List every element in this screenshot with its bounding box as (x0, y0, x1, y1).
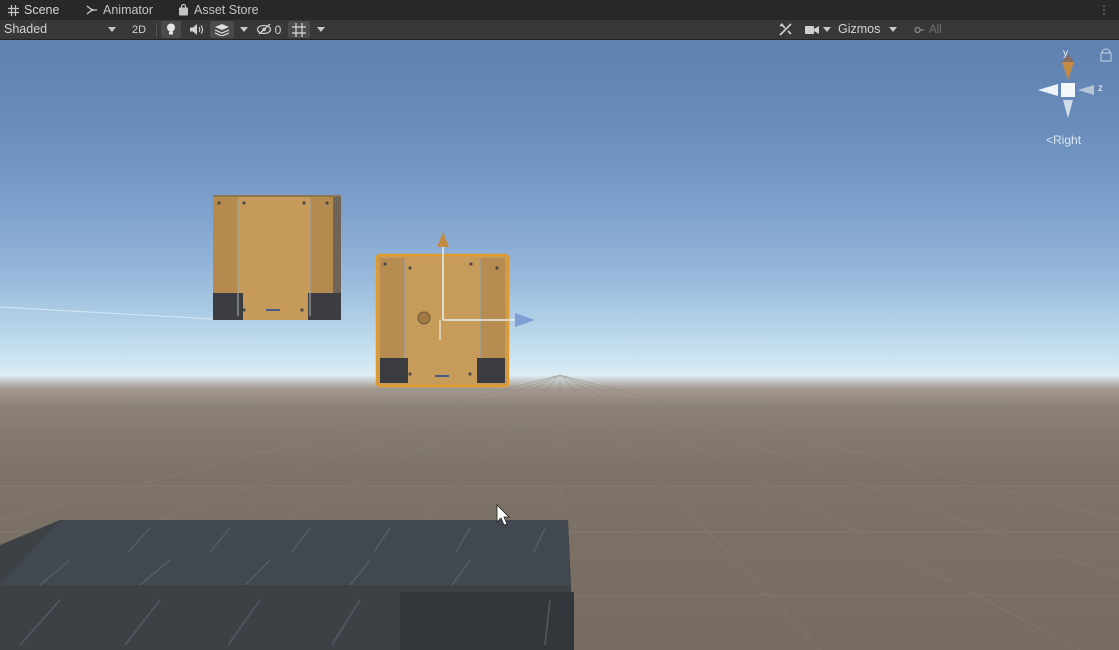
gizmo-axis-z-label: z (1098, 83, 1103, 94)
camera-settings-button[interactable] (803, 21, 833, 38)
eye-slash-icon (256, 24, 271, 35)
crate-left[interactable] (213, 195, 341, 320)
toggle-2d-button[interactable]: 2D (128, 21, 150, 38)
tab-bar: Scene Animator Asset Store ⋮ (0, 0, 1119, 20)
tab-scene-label: Scene (24, 3, 60, 17)
hidden-count: 0 (274, 22, 282, 37)
lightbulb-icon (167, 23, 175, 35)
chevron-down-icon (108, 27, 116, 32)
scene-viewport[interactable]: y z <Right (0, 40, 1119, 650)
search-placeholder: All (929, 23, 942, 36)
tab-asset-store[interactable]: Asset Store (177, 0, 259, 20)
view-orientation-text: Right (1053, 133, 1082, 147)
search-icon (914, 26, 924, 33)
chevron-down-icon (823, 27, 831, 32)
x-axis-handle[interactable] (515, 313, 535, 327)
gizmo-axis-y-label: y (1063, 48, 1068, 59)
wrench-icon (778, 23, 792, 36)
scene-search-field[interactable]: All (912, 21, 1092, 38)
tools-button[interactable] (776, 21, 794, 38)
grid-snap-icon (292, 22, 306, 37)
scene-toolbar: Shaded 2D 0 Gizmos All (0, 20, 1119, 40)
floor-plane[interactable] (0, 520, 574, 650)
lock-icon[interactable] (1100, 52, 1112, 62)
grid-toggle-button[interactable] (288, 21, 310, 38)
back-arrow-icon: < (1046, 133, 1054, 147)
toolbar-separator (156, 23, 157, 37)
chevron-down-icon[interactable] (317, 27, 325, 32)
grid-icon (7, 4, 19, 16)
y-axis-handle[interactable] (437, 232, 449, 247)
scene-canvas (0, 48, 1119, 650)
layers-icon (215, 23, 229, 36)
hidden-objects-toggle[interactable]: 0 (254, 21, 284, 38)
chevron-down-icon[interactable] (240, 27, 248, 32)
chevron-down-icon[interactable] (889, 27, 897, 32)
view-orientation-label[interactable]: <Right (1046, 133, 1081, 147)
audio-toggle-button[interactable] (185, 21, 207, 38)
tab-animator-label: Animator (103, 3, 154, 17)
gizmos-dropdown[interactable]: Gizmos (838, 22, 880, 36)
camera-icon (805, 25, 819, 34)
lighting-toggle-button[interactable] (161, 21, 181, 38)
scene-ray-line (0, 306, 214, 320)
animator-icon (86, 4, 98, 16)
tab-scene[interactable]: Scene (7, 0, 59, 20)
tab-asset-store-label: Asset Store (194, 3, 259, 17)
effects-toggle-button[interactable] (210, 21, 234, 38)
speaker-icon (189, 24, 203, 35)
bag-icon (177, 4, 189, 16)
tab-animator[interactable]: Animator (86, 0, 153, 20)
more-options-icon[interactable]: ⋮ (1098, 3, 1110, 17)
shading-mode-dropdown[interactable]: Shaded (4, 22, 47, 36)
